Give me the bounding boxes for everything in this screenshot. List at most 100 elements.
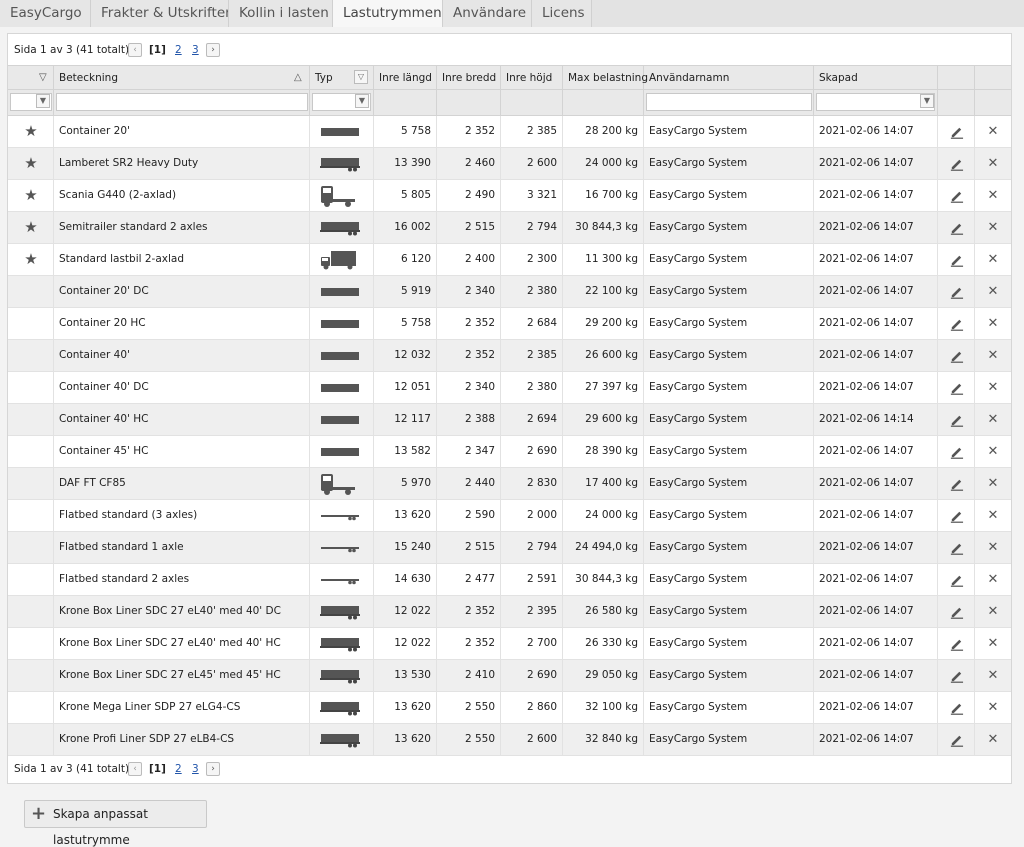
- delete-icon[interactable]: ✕: [975, 724, 1011, 755]
- pencil-icon[interactable]: [938, 660, 974, 691]
- name-cell[interactable]: Krone Mega Liner SDP 27 eLG4-CS: [54, 692, 310, 723]
- favorite-cell[interactable]: ★: [8, 212, 54, 243]
- name-cell[interactable]: Container 20' DC: [54, 276, 310, 307]
- star-icon[interactable]: ★: [8, 180, 53, 211]
- pencil-icon[interactable]: [938, 340, 974, 371]
- chevron-down-icon[interactable]: ▼: [920, 94, 934, 108]
- name-cell[interactable]: Flatbed standard 2 axles: [54, 564, 310, 595]
- filter-icon[interactable]: ▽: [354, 70, 368, 84]
- table-row[interactable]: ★ Container 20' 5 758 2 352 2 385 28 200 kg Ea…: [8, 116, 1011, 148]
- chevron-down-icon[interactable]: ▼: [355, 94, 369, 108]
- column-header-length[interactable]: Inre längd: [374, 66, 437, 90]
- delete-icon[interactable]: ✕: [975, 692, 1011, 723]
- chevron-down-icon[interactable]: ▼: [36, 94, 50, 108]
- pencil-icon[interactable]: [938, 532, 974, 563]
- star-icon[interactable]: ★: [8, 148, 53, 179]
- column-header-name[interactable]: Beteckning △: [54, 66, 310, 90]
- table-row[interactable]: Krone Box Liner SDC 27 eL40' med 40' HC 1…: [8, 628, 1011, 660]
- delete-icon[interactable]: ✕: [975, 500, 1011, 531]
- favorite-cell[interactable]: [8, 692, 54, 723]
- name-cell[interactable]: Container 20 HC: [54, 308, 310, 339]
- favorite-cell[interactable]: [8, 628, 54, 659]
- table-row[interactable]: Krone Box Liner SDC 27 eL40' med 40' DC 1…: [8, 596, 1011, 628]
- table-row[interactable]: Container 20 HC 5 758 2 352 2 684 29 200 kg E…: [8, 308, 1011, 340]
- pager-prev-button[interactable]: ‹: [128, 43, 142, 57]
- pager-next-button[interactable]: ›: [206, 762, 220, 776]
- delete-icon[interactable]: ✕: [975, 404, 1011, 435]
- table-row[interactable]: Flatbed standard 2 axles 14 630 2 477 2 591…: [8, 564, 1011, 596]
- pencil-icon[interactable]: [938, 564, 974, 595]
- favorite-cell[interactable]: [8, 308, 54, 339]
- tab-anvandare[interactable]: Användare: [443, 0, 532, 27]
- delete-icon[interactable]: ✕: [975, 372, 1011, 403]
- column-header-height[interactable]: Inre höjd: [501, 66, 563, 90]
- favorite-cell[interactable]: [8, 564, 54, 595]
- favorite-cell[interactable]: [8, 468, 54, 499]
- tab-lastutrymmen[interactable]: Lastutrymmen: [333, 0, 443, 27]
- table-row[interactable]: Flatbed standard (3 axles) 13 620 2 590 2 0…: [8, 500, 1011, 532]
- pencil-icon[interactable]: [938, 308, 974, 339]
- favorite-cell[interactable]: [8, 340, 54, 371]
- delete-icon[interactable]: ✕: [975, 116, 1011, 147]
- delete-icon[interactable]: ✕: [975, 276, 1011, 307]
- create-custom-cargo-space-button[interactable]: + Skapa anpassat lastutrymme: [24, 800, 207, 847]
- star-icon[interactable]: ★: [8, 116, 53, 147]
- name-cell[interactable]: Flatbed standard (3 axles): [54, 500, 310, 531]
- pencil-icon[interactable]: [938, 148, 974, 179]
- name-cell[interactable]: DAF FT CF85: [54, 468, 310, 499]
- pencil-icon[interactable]: [938, 372, 974, 403]
- table-row[interactable]: Container 40' HC 12 117 2 388 2 694 29 600 k…: [8, 404, 1011, 436]
- delete-icon[interactable]: ✕: [975, 628, 1011, 659]
- column-header-user[interactable]: Användarnamn: [644, 66, 814, 90]
- created-filter-select[interactable]: [816, 93, 935, 111]
- column-header-type[interactable]: Typ ▽: [310, 66, 374, 90]
- column-header-width[interactable]: Inre bredd: [437, 66, 501, 90]
- pager-page-2[interactable]: 2: [175, 761, 182, 777]
- tab-frakter[interactable]: Frakter & Utskrifter: [91, 0, 229, 27]
- table-row[interactable]: DAF FT CF85 5 970 2 440 2 830 17 400 kg EasyC…: [8, 468, 1011, 500]
- delete-icon[interactable]: ✕: [975, 660, 1011, 691]
- pager-prev-button[interactable]: ‹: [128, 762, 142, 776]
- table-row[interactable]: ★ Standard lastbil 2-axlad 6 120 2 400 2 300…: [8, 244, 1011, 276]
- user-filter-input[interactable]: [646, 93, 812, 111]
- pencil-icon[interactable]: [938, 276, 974, 307]
- table-row[interactable]: ★ Lamberet SR2 Heavy Duty 13 390 2 460 2 600…: [8, 148, 1011, 180]
- favorite-cell[interactable]: [8, 372, 54, 403]
- favorite-cell[interactable]: [8, 500, 54, 531]
- favorite-cell[interactable]: ★: [8, 244, 54, 275]
- pager-next-button[interactable]: ›: [206, 43, 220, 57]
- delete-icon[interactable]: ✕: [975, 532, 1011, 563]
- name-cell[interactable]: Krone Profi Liner SDP 27 eLB4-CS: [54, 724, 310, 755]
- favorite-cell[interactable]: ★: [8, 148, 54, 179]
- star-icon[interactable]: ★: [8, 212, 53, 243]
- name-cell[interactable]: Krone Box Liner SDC 27 eL40' med 40' DC: [54, 596, 310, 627]
- name-filter-input[interactable]: [56, 93, 308, 111]
- table-row[interactable]: Krone Box Liner SDC 27 eL45' med 45' HC 1…: [8, 660, 1011, 692]
- pencil-icon[interactable]: [938, 116, 974, 147]
- column-header-load[interactable]: Max belastning: [563, 66, 648, 90]
- favorite-cell[interactable]: [8, 532, 54, 563]
- name-cell[interactable]: Standard lastbil 2-axlad: [54, 244, 310, 275]
- table-row[interactable]: Container 40' DC 12 051 2 340 2 380 27 397 k…: [8, 372, 1011, 404]
- delete-icon[interactable]: ✕: [975, 436, 1011, 467]
- pencil-icon[interactable]: [938, 692, 974, 723]
- name-cell[interactable]: Container 40': [54, 340, 310, 371]
- name-cell[interactable]: Krone Box Liner SDC 27 eL45' med 45' HC: [54, 660, 310, 691]
- tab-kollin[interactable]: Kollin i lasten: [229, 0, 333, 27]
- favorite-cell[interactable]: [8, 660, 54, 691]
- pager-page-3[interactable]: 3: [192, 761, 199, 777]
- delete-icon[interactable]: ✕: [975, 212, 1011, 243]
- pencil-icon[interactable]: [938, 244, 974, 275]
- favorite-cell[interactable]: [8, 404, 54, 435]
- name-cell[interactable]: Krone Box Liner SDC 27 eL40' med 40' HC: [54, 628, 310, 659]
- pager-page-3[interactable]: 3: [192, 42, 199, 58]
- table-row[interactable]: Flatbed standard 1 axle 15 240 2 515 2 794 2…: [8, 532, 1011, 564]
- pencil-icon[interactable]: [938, 212, 974, 243]
- pencil-icon[interactable]: [938, 468, 974, 499]
- favorite-cell[interactable]: [8, 724, 54, 755]
- pencil-icon[interactable]: [938, 404, 974, 435]
- name-cell[interactable]: Container 20': [54, 116, 310, 147]
- favorite-column-header[interactable]: ▽: [8, 66, 54, 90]
- table-row[interactable]: Krone Profi Liner SDP 27 eLB4-CS 13 620 2 …: [8, 724, 1011, 756]
- column-header-created[interactable]: Skapad: [814, 66, 938, 90]
